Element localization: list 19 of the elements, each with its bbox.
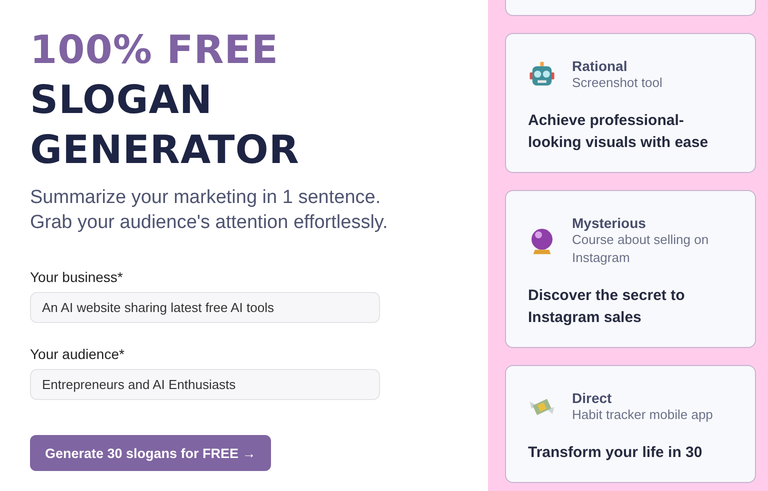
tone-label: Direct xyxy=(572,390,613,406)
input-field[interactable]: Entrepreneurs and AI Enthusiasts xyxy=(30,369,380,400)
slogan-text: Discover the secret to Instagram sales xyxy=(528,286,686,328)
subtitle: Summarize your marketing in 1 sentence. xyxy=(30,186,382,210)
generate-button[interactable]: Generate 30 slogans for FREE → xyxy=(30,435,271,471)
field-label: Your audience* xyxy=(30,346,126,362)
product-description: Course about selling on Instagram xyxy=(572,231,710,267)
input-field[interactable]: An AI website sharing latest free AI tools xyxy=(30,292,380,323)
tone-label: Mysterious xyxy=(572,215,647,231)
slogan-text: Achieve professional-looking visuals with ease xyxy=(528,111,710,153)
headline: GENERATOR xyxy=(30,127,300,175)
headline: SLOGAN xyxy=(30,77,214,125)
slogan-text: Transform your life in 30 xyxy=(528,443,704,463)
tone-label: Rational xyxy=(572,58,628,74)
product-description: Habit tracker mobile app xyxy=(572,406,713,424)
headline-accent: 100% FREE xyxy=(30,27,280,75)
product-description: Screenshot tool xyxy=(572,74,662,92)
subtitle: Grab your audience's attention effortlessly. xyxy=(30,211,389,235)
field-label: Your business* xyxy=(30,269,124,285)
